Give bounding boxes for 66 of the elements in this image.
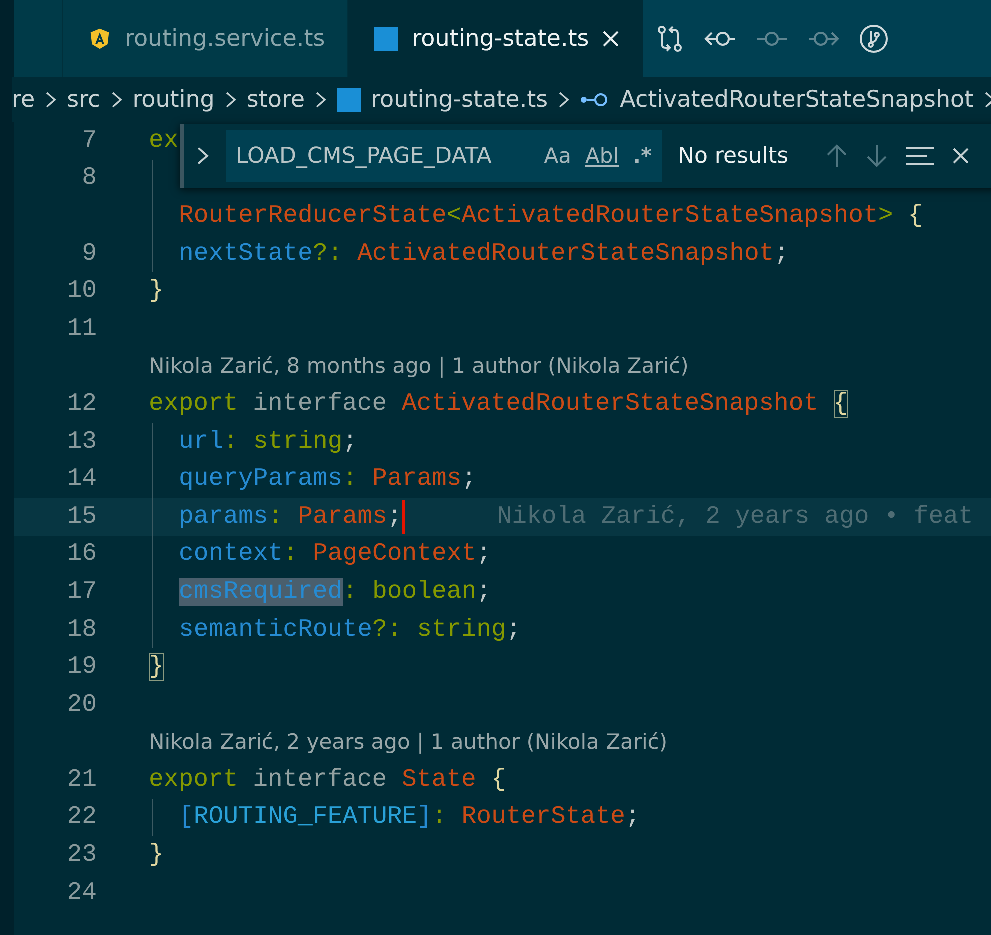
search-option-toggle[interactable]: Abl [586, 144, 620, 168]
code-line: nextState?: ActivatedRouterStateSnapshot; [179, 240, 790, 268]
chevron-icon[interactable] [196, 145, 210, 167]
line-number: 24 [67, 878, 97, 907]
close-icon[interactable] [601, 28, 622, 48]
chevron-icon [110, 90, 123, 110]
close-icon[interactable] [950, 146, 971, 166]
find-input[interactable]: LOAD_CMS_PAGE_DATA Aa Abl .* [226, 130, 662, 182]
codelens-text[interactable]: Nikola Zarić, 8 months ago | 1 author (Nikola Zarić) [97, 354, 689, 378]
code-line: } [149, 653, 164, 682]
line-number: 10 [67, 277, 97, 306]
code-line: semanticRoute?: string; [179, 616, 522, 644]
line-number: 21 [67, 766, 97, 794]
line-number: 23 [67, 841, 97, 870]
code-line: } [149, 841, 164, 870]
code-line: ex [149, 126, 179, 155]
blame-annotation: Nikola Zarić, 2 years ago • feat [497, 502, 974, 531]
line-number: 8 [82, 164, 97, 192]
breadcrumb-item[interactable]: routing-state.ts [371, 86, 548, 112]
line-number: 13 [67, 428, 97, 456]
tab-label: routing.service.ts [125, 26, 326, 52]
code-line: RouterReducerState<ActivatedRouterStateSnapshot> { [179, 202, 924, 230]
chevron-icon [224, 90, 237, 110]
code-line: url: string; [179, 428, 358, 456]
code-line: params: Params; [179, 502, 402, 531]
search-option-toggle[interactable]: .* [633, 144, 652, 168]
arrow-down-icon[interactable] [864, 143, 889, 169]
branch-icon[interactable] [859, 24, 890, 54]
code-line: context: PageContext; [179, 540, 492, 568]
find-in-selection-icon[interactable] [904, 145, 935, 167]
line-number: 7 [82, 126, 97, 155]
line-number: 15 [67, 502, 97, 531]
breadcrumb-item[interactable]: store [246, 86, 306, 112]
code-line: export interface ActivatedRouterStateSnapshot { [149, 390, 848, 418]
codelens-text[interactable]: Nikola Zarić, 2 years ago | 1 author (Nikola Zarić) [97, 730, 668, 754]
line-number: 16 [67, 540, 97, 568]
editor-tab[interactable]: routing-state.ts [347, 0, 644, 77]
code-line: [ROUTING_FEATURE]: RouterState; [179, 803, 640, 832]
ts-file-icon [337, 88, 362, 112]
text-cursor [402, 500, 406, 534]
code-line: export interface State { [149, 766, 506, 794]
tab-label: routing-state.ts [412, 26, 590, 52]
line-number: 20 [67, 690, 97, 719]
result-count: No results [678, 144, 789, 168]
breadcrumb-item[interactable]: ActivatedRouterStateSnapshot [620, 86, 974, 112]
arrow-up-icon[interactable] [824, 143, 849, 169]
chevron-icon [315, 90, 328, 110]
breadcrumb-item[interactable]: re [12, 86, 36, 112]
line-number: 19 [67, 653, 97, 682]
line-number: 17 [67, 578, 97, 606]
code-line: } [149, 277, 164, 306]
line-number: 22 [67, 803, 97, 832]
line-number: 11 [67, 314, 97, 343]
line-number: 9 [82, 240, 97, 268]
ts-file-icon [374, 26, 398, 50]
interface-icon [580, 92, 610, 108]
breadcrumb-item[interactable]: src [67, 86, 101, 112]
chevron-icon [558, 90, 570, 110]
shield-icon [89, 26, 111, 50]
breadcrumb-item[interactable]: routing [132, 86, 215, 112]
line-number: 12 [67, 390, 97, 418]
chevron-icon [45, 90, 58, 110]
search-option-toggle[interactable]: Aa [544, 144, 572, 168]
line-number: 18 [67, 616, 97, 644]
line-number: 14 [67, 465, 97, 494]
code-line: queryParams: Params; [179, 465, 477, 494]
